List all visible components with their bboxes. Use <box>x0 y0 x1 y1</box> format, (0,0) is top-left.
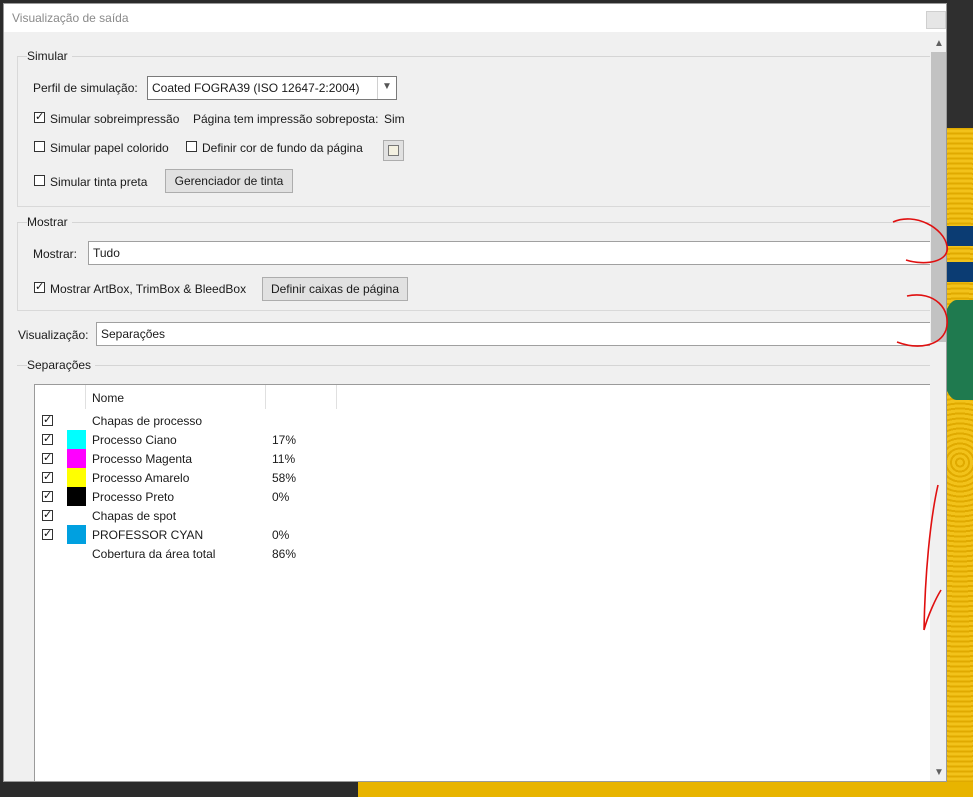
row-name: Cobertura da área total <box>92 547 216 561</box>
header-col-pct[interactable] <box>266 385 337 409</box>
sobreimpressao-label: Simular sobreimpressão <box>50 112 180 126</box>
color-swatch <box>67 525 86 544</box>
definir-cor-label: Definir cor de fundo da página <box>202 141 363 155</box>
mostrar-group-label: Mostrar <box>27 215 72 229</box>
background-document-bottom <box>358 782 973 797</box>
row-checkbox[interactable] <box>42 508 53 521</box>
background-stripe <box>947 262 973 282</box>
table-row[interactable]: Processo Preto 0% <box>35 487 335 506</box>
row-name: PROFESSOR CYAN <box>92 528 204 542</box>
simular-group-label: Simular <box>27 49 72 63</box>
mostrar-group-line <box>17 222 930 223</box>
mostrar-select[interactable]: Tudo <box>88 241 933 265</box>
table-row[interactable]: Chapas de processo <box>35 411 335 430</box>
row-name: Chapas de processo <box>92 414 203 428</box>
perfil-select[interactable]: Coated FOGRA39 (ISO 12647-2:2004) ▼ <box>147 76 397 100</box>
row-percentage: 17% <box>272 433 297 447</box>
tinta-preta-checkbox[interactable] <box>34 175 45 186</box>
papel-colorido-checkbox[interactable] <box>34 141 45 152</box>
vertical-scrollbar[interactable]: ▲ ▼ <box>930 32 946 781</box>
tinta-preta-label: Simular tinta preta <box>50 175 148 189</box>
table-row[interactable]: PROFESSOR CYAN 0% <box>35 525 335 544</box>
papel-colorido-label: Simular papel colorido <box>50 141 169 155</box>
chevron-down-icon: ▼ <box>377 77 396 99</box>
table-row[interactable]: Cobertura da área total 86% <box>35 544 335 563</box>
window-title: Visualização de saída <box>12 11 129 25</box>
perfil-value: Coated FOGRA39 (ISO 12647-2:2004) <box>152 81 360 95</box>
row-percentage: 0% <box>272 490 290 504</box>
definir-cor-checkbox[interactable] <box>186 141 197 152</box>
scroll-up-icon[interactable]: ▲ <box>930 36 946 52</box>
definir-caixas-button[interactable]: Definir caixas de página <box>262 277 408 301</box>
row-checkbox[interactable] <box>42 413 53 426</box>
header-col-check <box>35 385 86 409</box>
pagina-sobreposta-value: Sim <box>384 112 405 126</box>
row-checkbox[interactable] <box>42 470 53 483</box>
color-swatch <box>67 468 86 487</box>
table-header: Nome <box>35 385 337 409</box>
pagina-sobreposta-label: Página tem impressão sobreposta: <box>193 112 379 126</box>
row-percentage: 86% <box>272 547 297 561</box>
row-checkbox[interactable] <box>42 527 53 540</box>
color-swatch <box>67 487 86 506</box>
mostrar-value: Tudo <box>93 246 120 260</box>
visualizacao-label: Visualização: <box>18 328 89 342</box>
boxes-checkbox[interactable] <box>34 280 45 293</box>
gerenciador-tinta-button[interactable]: Gerenciador de tinta <box>165 169 293 193</box>
row-name: Processo Magenta <box>92 452 193 466</box>
boxes-label: Mostrar ArtBox, TrimBox & BleedBox <box>50 282 247 296</box>
sobreimpressao-checkbox[interactable] <box>34 110 45 123</box>
close-button[interactable] <box>926 11 946 29</box>
separacoes-group-line <box>17 365 930 366</box>
header-name-label: Nome <box>92 391 125 405</box>
row-percentage: 58% <box>272 471 297 485</box>
separacoes-group-label: Separações <box>27 358 96 372</box>
row-name: Processo Amarelo <box>92 471 190 485</box>
row-name: Processo Preto <box>92 490 175 504</box>
color-swatch-icon <box>388 145 399 156</box>
row-percentage: 11% <box>272 452 296 466</box>
scroll-thumb[interactable] <box>931 52 946 342</box>
table-row[interactable]: Processo Ciano 17% <box>35 430 335 449</box>
separacoes-table: Nome Chapas de processo Processo Ciano 17%… <box>34 384 934 781</box>
title-bar: Visualização de saída <box>4 4 946 32</box>
row-checkbox[interactable] <box>42 451 53 464</box>
visualizacao-select[interactable]: Separações <box>96 322 933 346</box>
output-preview-dialog: Visualização de saída Simular Perfil de … <box>3 3 947 782</box>
table-row[interactable]: Processo Amarelo 58% <box>35 468 335 487</box>
row-checkbox[interactable] <box>42 489 53 502</box>
table-row[interactable]: Chapas de spot <box>35 506 335 525</box>
scroll-down-icon[interactable]: ▼ <box>930 765 946 781</box>
color-swatch <box>67 430 86 449</box>
perfil-label: Perfil de simulação: <box>33 81 138 95</box>
header-col-name[interactable]: Nome <box>86 385 266 409</box>
row-checkbox[interactable] <box>42 432 53 445</box>
row-name: Processo Ciano <box>92 433 177 447</box>
visualizacao-value: Separações <box>101 327 166 341</box>
row-percentage: 0% <box>272 528 290 542</box>
page-color-swatch-button[interactable] <box>383 140 404 161</box>
color-swatch <box>67 449 86 468</box>
mostrar-label: Mostrar: <box>33 247 78 261</box>
simular-group-line <box>17 56 930 57</box>
table-row[interactable]: Processo Magenta 11% <box>35 449 335 468</box>
row-name: Chapas de spot <box>92 509 177 523</box>
mostrar-group <box>17 222 932 311</box>
background-stripe <box>947 226 973 246</box>
